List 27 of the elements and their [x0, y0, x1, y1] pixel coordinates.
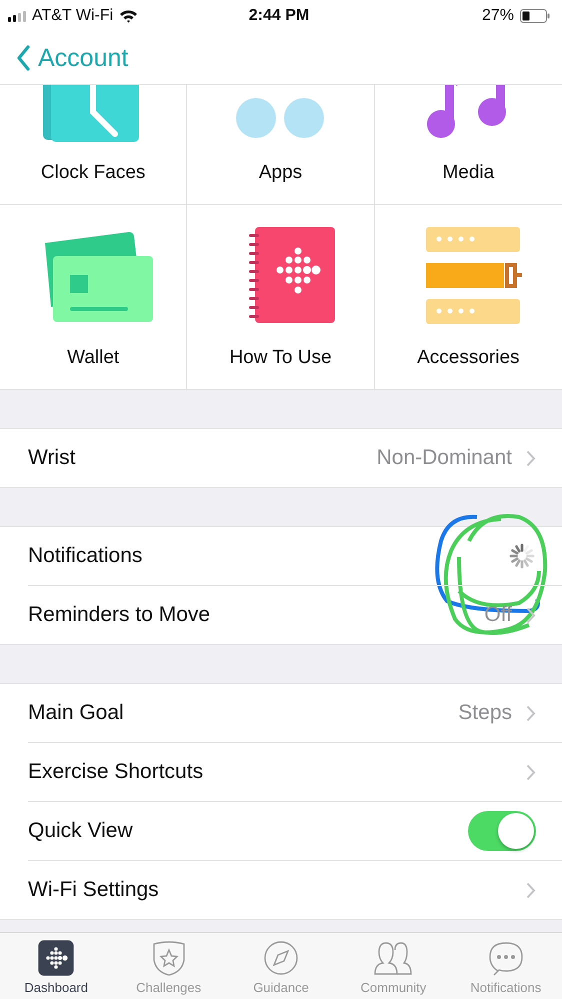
wifi-icon [119, 9, 138, 23]
tile-button[interactable]: Apps [187, 85, 375, 205]
clock-time: 2:44 PM [248, 7, 310, 25]
carrier-name: AT&T Wi-Fi [32, 7, 114, 25]
loading-spinner-icon [508, 542, 536, 570]
settings-row[interactable]: Main Goal Steps [28, 684, 562, 743]
tile-button[interactable]: Accessories [374, 205, 562, 390]
tile-button[interactable]: Media [374, 85, 562, 205]
chevron-right-icon [526, 882, 536, 898]
signal-icon [8, 10, 26, 22]
settings-row[interactable]: Wi-Fi Settings [28, 861, 562, 919]
tile-button[interactable]: Clock Faces [0, 85, 188, 205]
tile-button[interactable]: Wallet [0, 205, 188, 390]
chevron-right-icon [526, 606, 536, 624]
settings-row[interactable]: Notifications [28, 527, 562, 586]
chevron-left-icon [16, 45, 30, 71]
settings-row[interactable]: Quick View [28, 802, 562, 861]
chevron-right-icon [526, 704, 536, 722]
tab-button[interactable]: Dashboard [0, 933, 112, 999]
battery-icon [520, 9, 550, 23]
chevron-right-icon [526, 450, 536, 466]
toggle-switch[interactable] [468, 811, 536, 851]
tile-button[interactable]: How To Use [187, 205, 375, 390]
dots-logo-icon [36, 938, 76, 978]
chevron-right-icon [526, 764, 536, 780]
battery-percent: 27% [482, 7, 514, 25]
settings-row[interactable]: Exercise Shortcuts [28, 743, 562, 802]
